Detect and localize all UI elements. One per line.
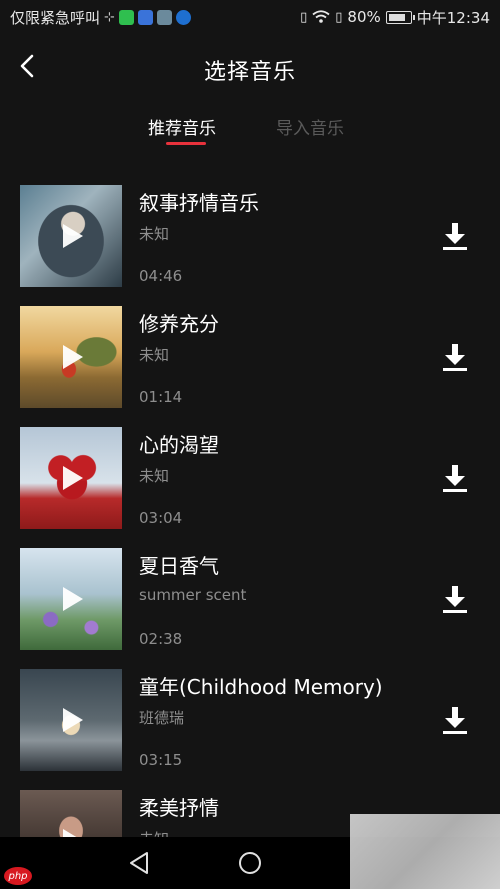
nav-home-icon[interactable] — [238, 851, 262, 875]
song-title: 叙事抒情音乐 — [139, 191, 259, 215]
tab-import-music[interactable]: 导入音乐 — [276, 114, 344, 139]
song-duration: 03:04 — [139, 509, 183, 527]
nav-back-icon[interactable] — [128, 851, 150, 875]
song-thumbnail[interactable] — [20, 185, 122, 287]
clock: 中午12:34 — [416, 8, 490, 27]
tab-bar: 推荐音乐 导入音乐 — [0, 108, 500, 148]
tab-recommended-music[interactable]: 推荐音乐 — [148, 114, 216, 139]
song-title: 修养充分 — [139, 312, 219, 336]
battery-icon — [385, 10, 415, 24]
swirl-app-icon — [175, 9, 191, 25]
song-thumbnail[interactable] — [20, 548, 122, 650]
active-tab-indicator — [166, 142, 206, 145]
baidu-icon — [137, 9, 153, 25]
song-artist: 班德瑞 — [139, 709, 185, 727]
list-item[interactable]: 心的渴望 未知 03:04 — [0, 425, 500, 546]
download-icon[interactable] — [442, 342, 468, 372]
battery-percent: 80% — [347, 8, 381, 26]
download-icon[interactable] — [442, 584, 468, 614]
page-title: 选择音乐 — [203, 60, 296, 85]
list-item[interactable]: 修养充分 未知 01:14 — [0, 304, 500, 425]
play-icon[interactable] — [63, 587, 83, 611]
status-bar: 仅限紧急呼叫 ⊹ ▯ ▯ 80% 中午12:34 — [0, 0, 500, 34]
song-duration: 04:46 — [139, 267, 183, 285]
vibrate-icon: ▯ — [300, 9, 308, 25]
list-item[interactable]: 童年(Childhood Memory) 班德瑞 03:15 — [0, 667, 500, 788]
play-icon[interactable] — [63, 345, 83, 369]
song-title: 童年(Childhood Memory) — [139, 675, 383, 699]
download-icon[interactable] — [442, 705, 468, 735]
list-item[interactable]: 夏日香气 summer scent 02:38 — [0, 546, 500, 667]
song-list: 叙事抒情音乐 未知 04:46 修养充分 未知 01:14 心的渴望 未知 03… — [0, 183, 500, 889]
song-artist: 未知 — [139, 225, 170, 243]
song-thumbnail[interactable] — [20, 669, 122, 771]
download-icon[interactable] — [442, 463, 468, 493]
song-thumbnail[interactable] — [20, 306, 122, 408]
app-header: 选择音乐 — [0, 34, 500, 100]
play-icon[interactable] — [63, 466, 83, 490]
song-artist: summer scent — [139, 586, 247, 604]
list-item[interactable]: 叙事抒情音乐 未知 04:46 — [0, 183, 500, 304]
status-bar-right: ▯ ▯ 80% 中午12:34 — [300, 7, 490, 28]
status-bar-left: 仅限紧急呼叫 ⊹ — [10, 7, 191, 28]
song-artist: 未知 — [139, 346, 170, 364]
download-icon[interactable] — [442, 221, 468, 251]
watermark-tile — [350, 814, 500, 889]
play-icon[interactable] — [63, 708, 83, 732]
plus-minus-icon: ⊹ — [104, 9, 115, 25]
song-title: 柔美抒情 — [139, 796, 219, 820]
play-icon[interactable] — [63, 224, 83, 248]
system-navigation-bar: php — [0, 814, 500, 889]
song-title: 心的渴望 — [139, 433, 219, 457]
album-icon — [156, 9, 172, 25]
song-duration: 01:14 — [139, 388, 183, 406]
watermark-logo: php — [4, 867, 32, 885]
song-duration: 03:15 — [139, 751, 183, 769]
wifi-icon — [312, 10, 330, 23]
wechat-icon — [118, 9, 134, 25]
song-thumbnail[interactable] — [20, 427, 122, 529]
carrier-text: 仅限紧急呼叫 — [10, 8, 101, 27]
song-duration: 02:38 — [139, 630, 183, 648]
battery-saver-icon: ▯ — [335, 9, 343, 25]
song-artist: 未知 — [139, 467, 170, 485]
song-title: 夏日香气 — [139, 554, 219, 578]
